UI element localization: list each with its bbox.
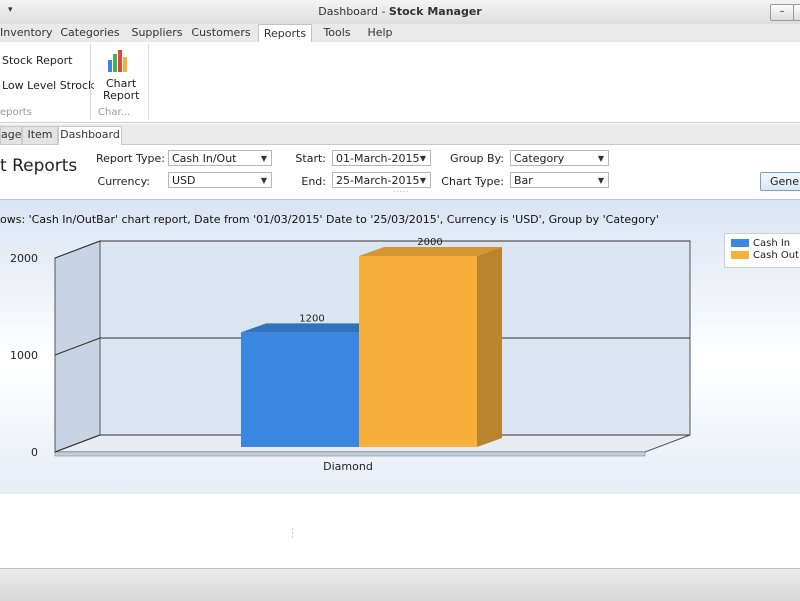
bar-chart-icon — [108, 50, 132, 72]
bar-side-face — [477, 247, 502, 447]
start-date-picker[interactable]: 01-March-2015 ▼ — [332, 150, 431, 166]
tab-dashboard[interactable]: Dashboard — [58, 126, 122, 145]
resize-grip[interactable]: · · · — [291, 526, 295, 543]
chevron-down-icon: ▼ — [260, 176, 267, 185]
y-tick-label: 0 — [31, 446, 38, 459]
page-title: t Reports — [0, 156, 78, 176]
legend-swatch — [731, 251, 749, 259]
menu-tab-reports[interactable]: Reports — [258, 24, 312, 44]
bar-front-face — [241, 332, 359, 447]
report-type-select[interactable]: Cash In/Out ▼ — [168, 150, 272, 166]
ribbon-separator — [90, 44, 91, 120]
x-category-label: Diamond — [323, 460, 373, 473]
chevron-down-icon: ▼ — [260, 154, 267, 163]
end-date-label: End: — [301, 175, 326, 188]
window-title: Dashboard - Stock Manager — [318, 5, 482, 18]
start-date-label: Start: — [295, 152, 326, 165]
end-date-picker[interactable]: 25-March-2015 ▼ — [332, 172, 431, 188]
chevron-down-icon: ▼ — [597, 154, 604, 163]
legend-item-cash-out: Cash Out — [731, 250, 799, 261]
chevron-down-icon: ▼ — [419, 154, 426, 163]
legend-swatch — [731, 239, 749, 247]
report-type-label: Report Type: — [96, 152, 165, 165]
menu-tab-inventory[interactable]: Inventory — [0, 24, 53, 42]
y-tick-label: 1000 — [10, 349, 38, 362]
chart-report-label-line2: Report — [103, 89, 140, 102]
menu-tab-suppliers[interactable]: Suppliers — [130, 24, 184, 42]
splitter-grip[interactable]: ····· — [393, 188, 409, 196]
lower-content-area: · · · — [0, 494, 800, 568]
tab-item[interactable]: Item — [22, 126, 58, 144]
menu-tab-categories[interactable]: Categories — [58, 24, 122, 42]
restore-button[interactable]: ▭ — [793, 4, 800, 21]
chart-floor-edge — [54, 451, 646, 457]
stock-report-button[interactable]: Stock Report — [2, 54, 72, 67]
ribbon-group-chart-label: Char... — [98, 107, 131, 118]
chevron-down-icon: ▼ — [597, 176, 604, 185]
bar-value-label: 2000 — [417, 237, 442, 248]
chart-type-label: Chart Type: — [441, 175, 504, 188]
minimize-button[interactable]: – — [770, 4, 794, 21]
bar-chart: 0 1000 2000 1200 2000 Diamond — [10, 237, 691, 473]
menu-tab-tools[interactable]: Tools — [318, 24, 356, 42]
generate-button[interactable]: Generate — [760, 172, 800, 191]
ribbon-group-reports-label: eports — [0, 107, 32, 118]
title-bar: ▾ Dashboard - Stock Manager – ▭ — [0, 0, 800, 25]
bar-cash-out — [359, 247, 502, 447]
menu-tab-customers[interactable]: Customers — [190, 24, 252, 42]
menu-tab-bar: Inventory Categories Suppliers Customers… — [0, 24, 800, 44]
ribbon-separator — [148, 44, 149, 120]
group-by-select[interactable]: Category ▼ — [510, 150, 609, 166]
status-bar — [0, 568, 800, 601]
menu-tab-help[interactable]: Help — [362, 24, 398, 42]
currency-select[interactable]: USD ▼ — [168, 172, 272, 188]
currency-label: Currency: — [97, 175, 150, 188]
tab-stock-page[interactable]: age — [0, 126, 22, 144]
low-level-stock-button[interactable]: Low Level Strock — [2, 79, 94, 92]
document-tab-bar: age Item Dashboard — [0, 124, 800, 145]
bar-top-face — [359, 247, 502, 256]
group-by-label: Group By: — [450, 152, 504, 165]
ribbon: Stock Report Low Level Strock eports Cha… — [0, 42, 800, 123]
chevron-down-icon: ▼ — [419, 176, 426, 185]
bar-value-label: 1200 — [299, 313, 324, 324]
bar-front-face — [359, 256, 477, 447]
chart-legend: Cash In Cash Out — [724, 233, 800, 268]
chart-type-select[interactable]: Bar ▼ — [510, 172, 609, 188]
y-tick-label: 2000 — [10, 252, 38, 265]
legend-item-cash-in: Cash In — [731, 238, 790, 249]
